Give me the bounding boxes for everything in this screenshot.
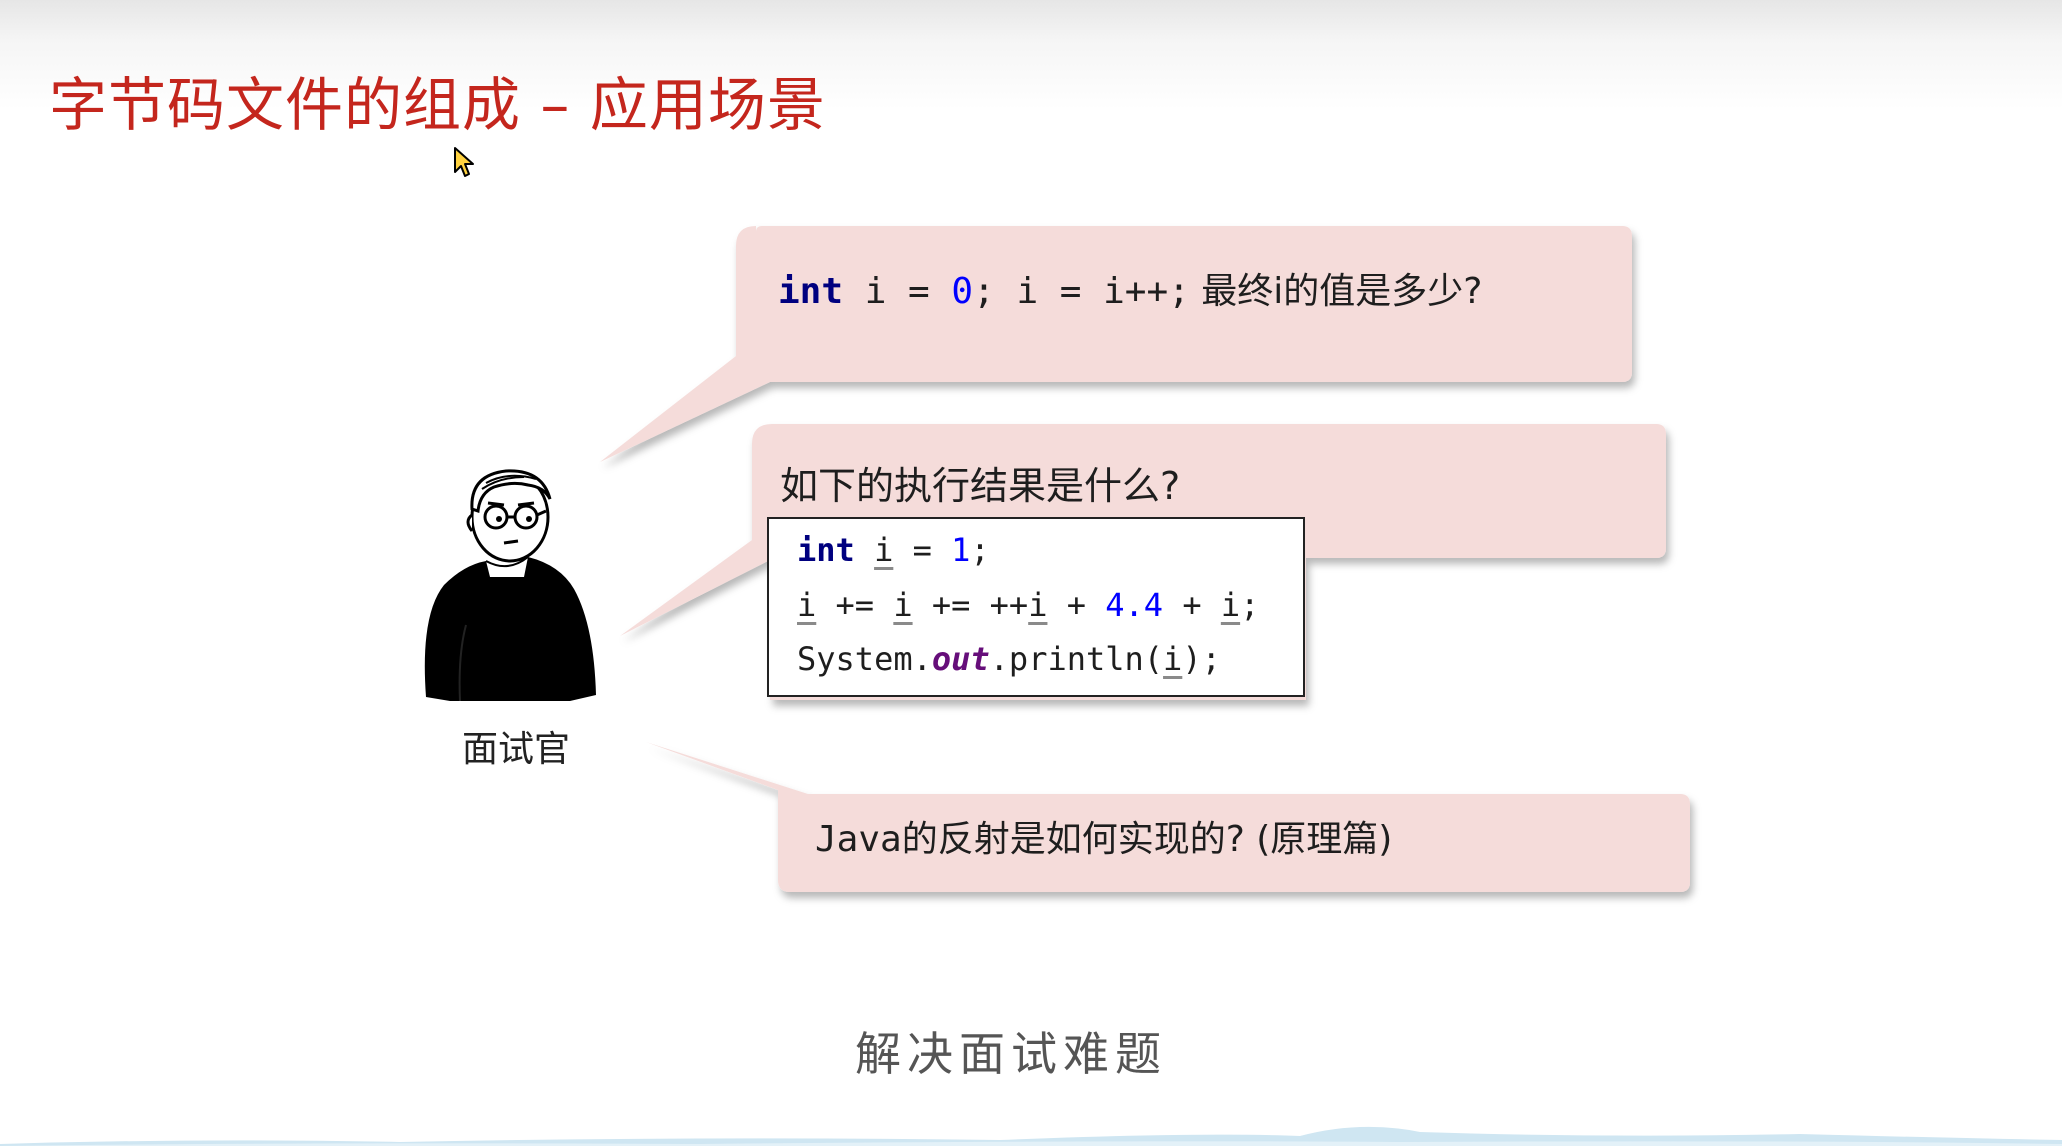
code-keyword: int xyxy=(778,271,844,312)
code-number: 0 xyxy=(951,271,974,312)
question2-text: 如下的执行结果是什么? xyxy=(780,464,1181,508)
slide: 字节码文件的组成 – 应用场景 int i = 0; i = i++; 最终i的… xyxy=(0,0,2062,1146)
code-variable: i xyxy=(893,586,913,624)
code-variable: i xyxy=(797,586,817,624)
code-line-3: System.out.println(i); xyxy=(797,640,1221,678)
code-segment: ); xyxy=(1182,640,1221,678)
interviewer-label: 面试官 xyxy=(462,729,571,770)
code-keyword: int xyxy=(797,531,855,569)
interviewer-person-icon xyxy=(424,469,596,701)
code-line-1: int i = 1; xyxy=(797,531,990,569)
code-segment: += ++ xyxy=(912,586,1029,624)
code-variable: i xyxy=(1028,586,1048,624)
code-variable: i xyxy=(874,531,894,569)
code-segment: i = xyxy=(843,271,952,312)
code-segment: = xyxy=(893,531,952,569)
question3-label: 的反射是如何实现的? (原理篇) xyxy=(901,819,1393,860)
code-box: int i = 1; i += i += ++i + 4.4 + i; Syst… xyxy=(767,517,1305,697)
code-segment: ; xyxy=(970,531,990,569)
code-number: 1 xyxy=(951,531,971,569)
question3-text: Java的反射是如何实现的? (原理篇) xyxy=(815,810,1392,862)
code-segment: + xyxy=(1163,586,1221,624)
code-variable: i xyxy=(1220,586,1241,624)
code-line-2: i += i += ++i + 4.4 + i; xyxy=(797,586,1259,624)
code-segment: + xyxy=(1047,586,1106,624)
code-segment: .println( xyxy=(989,640,1164,678)
code-segment: += xyxy=(816,586,894,624)
code-segment: System. xyxy=(797,640,932,678)
landscape-decoration xyxy=(0,1126,2062,1146)
code-variable: i xyxy=(1163,640,1183,678)
code-field: out xyxy=(931,640,990,678)
question1-text: int i = 0; i = i++; 最终i的值是多少? xyxy=(778,262,1482,314)
code-segment: ; i = i++; xyxy=(973,271,1190,312)
slide-subtitle: 解决面试难题 xyxy=(855,1027,1167,1081)
code-number: 4.4 xyxy=(1105,586,1164,624)
code-segment: Java xyxy=(815,819,902,860)
question1-label: 最终i的值是多少? xyxy=(1189,271,1483,312)
code-segment: ; xyxy=(1240,586,1260,624)
